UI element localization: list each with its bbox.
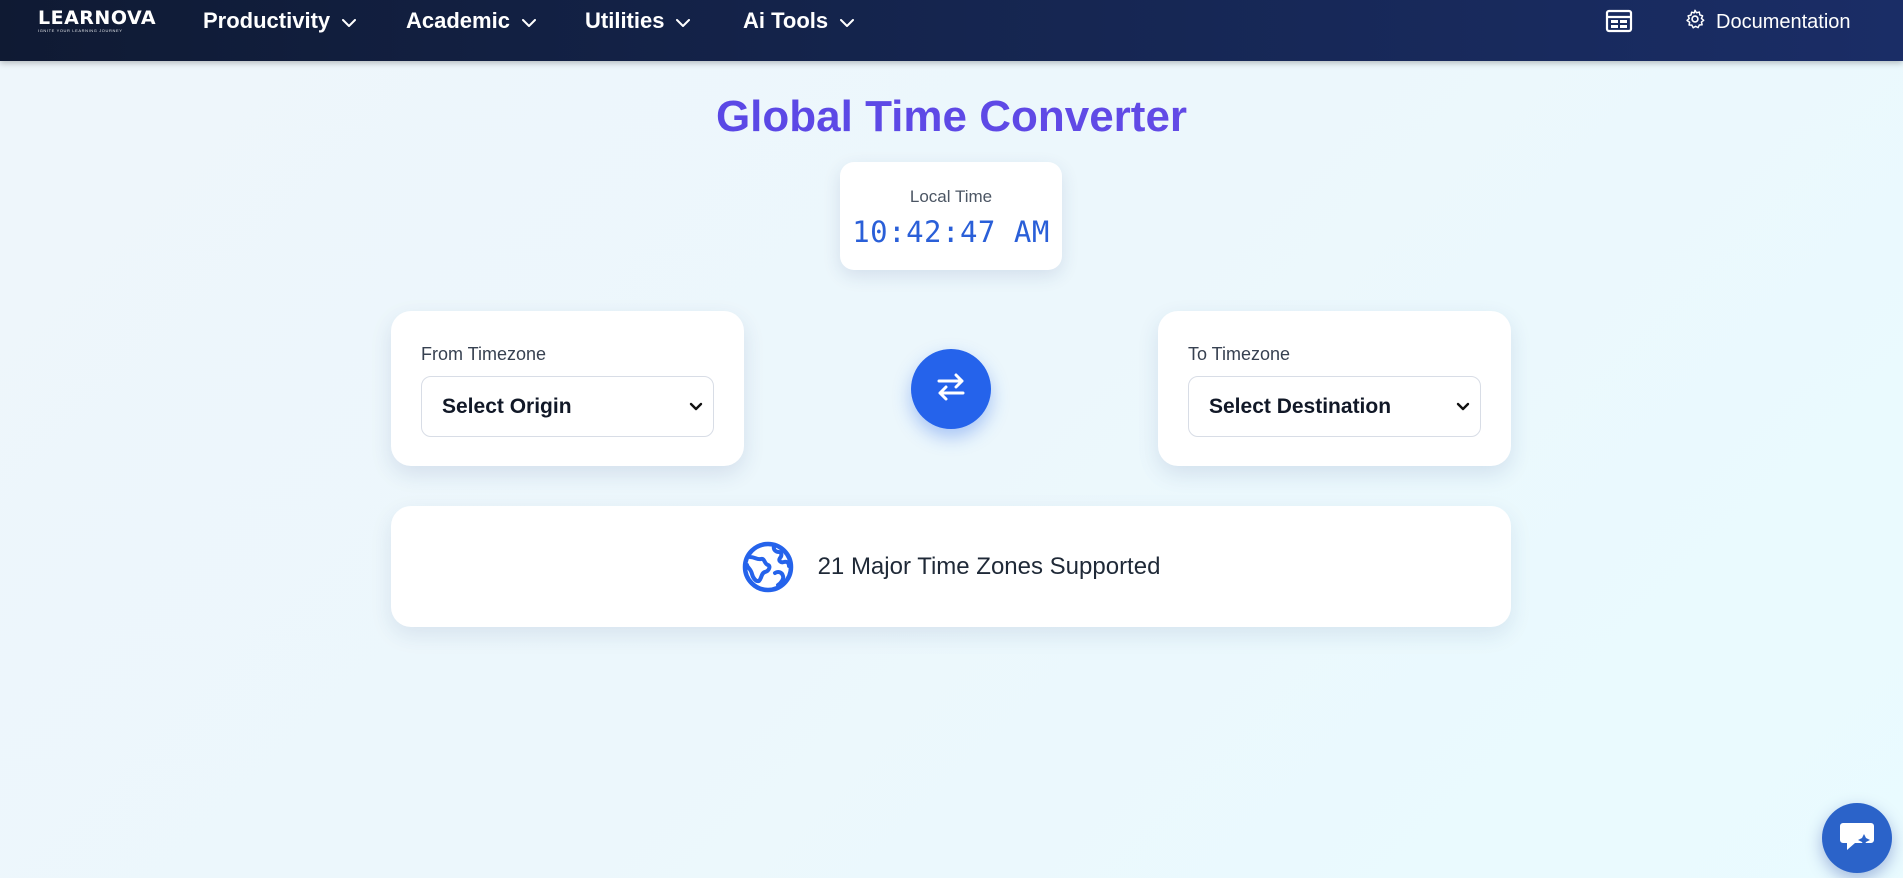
from-timezone-label: From Timezone [421, 344, 547, 364]
documentation-link[interactable]: Documentation [1684, 9, 1851, 35]
from-timezone-select[interactable]: Select Origin [421, 376, 714, 437]
chat-bubble-icon [1837, 818, 1877, 859]
brand-logo[interactable]: LEARNOVA IGNITE YOUR LEARNING JOURNEY [38, 7, 157, 36]
nav-ai-tools-label: Ai Tools [743, 8, 829, 33]
chevron-down-icon [521, 8, 536, 34]
timezones-info-card: 21 Major Time Zones Supported [391, 506, 1511, 627]
chevron-down-icon [1456, 399, 1470, 417]
nav-utilities-menu[interactable]: Utilities [585, 8, 691, 34]
page-title: Global Time Converter [0, 92, 1903, 142]
from-timezone-card: From Timezone Select Origin [391, 311, 744, 466]
nav-productivity-label: Productivity [203, 8, 331, 33]
to-timezone-label: To Timezone [1188, 344, 1291, 364]
chevron-down-icon [676, 8, 691, 34]
chevron-down-icon [840, 8, 855, 34]
documentation-label: Documentation [1716, 10, 1851, 33]
calendar-layout-icon[interactable] [1605, 9, 1633, 35]
nav-utilities-label: Utilities [585, 8, 665, 33]
nav-productivity-menu[interactable]: Productivity [203, 8, 357, 34]
nav-academic-label: Academic [406, 8, 510, 33]
globe-icon [742, 541, 794, 593]
brand-name: LEARNOVA [38, 7, 157, 29]
to-timezone-selected-value: Select Destination [1209, 394, 1392, 418]
chat-assistant-button[interactable] [1822, 803, 1892, 873]
gear-icon [1684, 8, 1706, 36]
chevron-down-icon [342, 8, 357, 34]
from-timezone-selected-value: Select Origin [442, 394, 572, 418]
nav-academic-menu[interactable]: Academic [406, 8, 536, 34]
chevron-down-icon [689, 399, 703, 417]
to-timezone-card: To Timezone Select Destination [1158, 311, 1511, 466]
nav-ai-tools-menu[interactable]: Ai Tools [743, 8, 855, 34]
swap-timezones-button[interactable] [911, 349, 991, 429]
top-navbar: LEARNOVA IGNITE YOUR LEARNING JOURNEY Pr… [0, 0, 1903, 61]
timezones-supported-text: 21 Major Time Zones Supported [817, 552, 1161, 580]
swap-arrows-icon [933, 369, 969, 410]
local-time-label: Local Time [909, 187, 993, 206]
local-time-card: Local Time 10:42:47 AM [840, 162, 1062, 270]
to-timezone-select[interactable]: Select Destination [1188, 376, 1481, 437]
local-time-value: 10:42:47 AM [852, 215, 1050, 249]
